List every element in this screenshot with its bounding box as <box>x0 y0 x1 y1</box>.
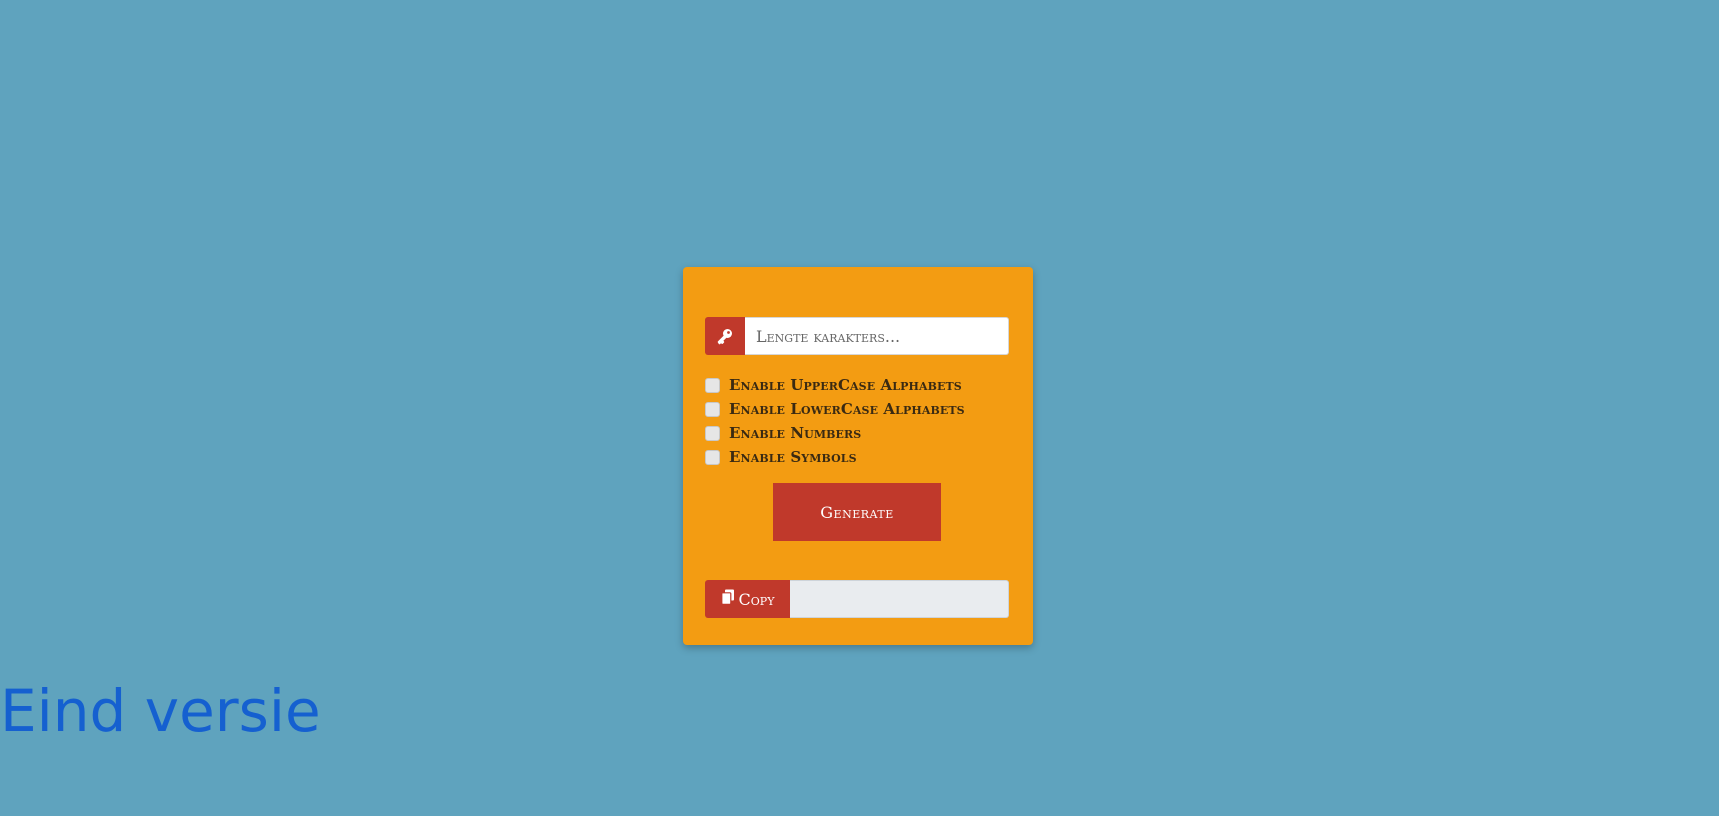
uppercase-checkbox[interactable] <box>705 377 720 393</box>
password-generator-card: Enable UpperCase Alphabets Enable LowerC… <box>683 267 1033 645</box>
option-label: Enable Symbols <box>729 448 857 466</box>
page-title: Eind versie <box>0 677 321 745</box>
numbers-checkbox[interactable] <box>705 425 720 441</box>
option-label: Enable LowerCase Alphabets <box>729 400 965 418</box>
option-symbols[interactable]: Enable Symbols <box>705 445 965 469</box>
length-input-group <box>705 317 1009 355</box>
generate-button[interactable]: Generate <box>773 483 941 541</box>
option-label: Enable UpperCase Alphabets <box>729 376 962 394</box>
option-uppercase[interactable]: Enable UpperCase Alphabets <box>705 373 965 397</box>
copy-button[interactable]: Copy <box>705 580 790 618</box>
copy-output-group: Copy <box>705 580 1009 618</box>
copy-label: Copy <box>738 589 775 609</box>
option-lowercase[interactable]: Enable LowerCase Alphabets <box>705 397 965 421</box>
length-input[interactable] <box>745 317 1009 355</box>
password-output-field[interactable] <box>790 580 1009 618</box>
options-list: Enable UpperCase Alphabets Enable LowerC… <box>705 373 965 469</box>
lowercase-checkbox[interactable] <box>705 401 720 417</box>
option-label: Enable Numbers <box>729 424 862 442</box>
key-icon <box>705 317 745 355</box>
copy-icon <box>720 589 735 609</box>
option-numbers[interactable]: Enable Numbers <box>705 421 965 445</box>
symbols-checkbox[interactable] <box>705 449 720 465</box>
